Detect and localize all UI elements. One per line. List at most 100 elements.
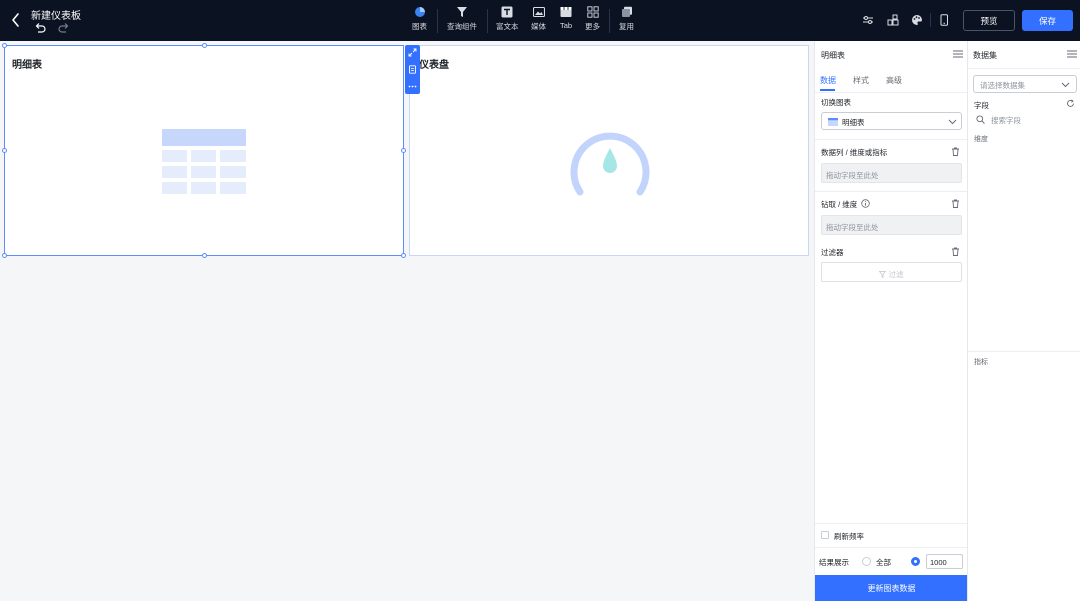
divider [815, 92, 968, 93]
info-icon[interactable] [861, 199, 870, 208]
expand-icon[interactable] [408, 48, 417, 57]
refresh-icon[interactable] [1066, 99, 1075, 108]
preview-button[interactable]: 预览 [963, 10, 1015, 31]
image-media-icon [532, 6, 545, 18]
divider [815, 191, 968, 192]
settings-sliders-icon[interactable] [862, 14, 874, 26]
tool-reuse[interactable]: 复用 [619, 6, 634, 36]
result-count-radio[interactable] [911, 557, 920, 566]
tab-icon [560, 7, 572, 17]
divider [815, 139, 968, 140]
resize-handle[interactable] [2, 43, 7, 48]
search-icon [976, 115, 985, 124]
back-arrow-icon[interactable] [10, 12, 22, 28]
columns-drop-zone[interactable]: 拖动字段至此处 [821, 163, 962, 183]
dataset-panel-title: 数据集 [973, 51, 997, 60]
tool-query[interactable]: 查询组件 [447, 6, 477, 36]
update-chart-data-button[interactable]: 更新图表数据 [815, 575, 968, 601]
divider [815, 547, 968, 548]
fields-label: 字段 [974, 101, 989, 110]
filter-funnel-icon [457, 7, 467, 17]
rich-text-icon [501, 6, 513, 18]
chart-type-select[interactable]: 明细表 [821, 112, 962, 130]
tool-tab[interactable]: Tab [560, 6, 572, 36]
result-count-input[interactable]: 1000 [926, 554, 963, 569]
top-toolbar: 新建仪表板 图表 查询组件 富文本 媒体 Tab 更多 复用 预览 保存 [0, 0, 1080, 41]
divider [968, 351, 1080, 352]
tool-more-label: 更多 [585, 22, 600, 31]
resize-handle[interactable] [202, 43, 207, 48]
tool-query-label: 查询组件 [447, 22, 477, 31]
active-tab-indicator [820, 89, 835, 91]
redo-icon[interactable] [58, 23, 70, 33]
gauge-widget-card[interactable]: 仪表盘 [409, 45, 809, 256]
tool-chart-label: 图表 [412, 22, 427, 31]
collapse-menu-icon[interactable] [1067, 50, 1077, 58]
tool-richtext[interactable]: 富文本 [496, 6, 519, 36]
chart-config-panel: 明细表 数据 样式 高级 切换图表 明细表 数据列 / 维度或指标 拖动字段至此… [814, 41, 968, 601]
dimension-section-label: 维度 [974, 136, 988, 143]
trash-icon[interactable] [951, 199, 960, 208]
dataset-panel: 数据集 请选择数据集 字段 搜索字段 维度 指标 [967, 41, 1080, 601]
table-widget-card[interactable]: 明细表 [4, 45, 404, 256]
collapse-menu-icon[interactable] [953, 50, 963, 58]
resize-handle[interactable] [2, 148, 7, 153]
resize-handle[interactable] [202, 253, 207, 258]
metric-section-label: 指标 [974, 359, 988, 366]
tab-data[interactable]: 数据 [820, 75, 836, 86]
toolbar-divider [437, 9, 438, 33]
divider [968, 68, 1080, 69]
switch-chart-label: 切换图表 [821, 98, 851, 107]
filter-button[interactable]: 过滤 [821, 262, 962, 282]
resize-handle[interactable] [2, 253, 7, 258]
table-chart-icon [828, 118, 838, 126]
chevron-down-icon [1061, 82, 1070, 88]
filter-label: 过滤器 [821, 248, 844, 257]
more-grid-icon [586, 6, 599, 18]
chart-type-value: 明细表 [842, 118, 865, 127]
document-icon[interactable] [408, 65, 417, 74]
drill-label: 钻取 / 维度 [821, 200, 858, 209]
filter-funnel-icon [879, 271, 887, 278]
undo-icon[interactable] [34, 23, 46, 33]
gauge-widget-title: 仪表盘 [419, 60, 449, 71]
tool-chart[interactable]: 图表 [412, 6, 427, 36]
toolbar-divider [930, 13, 931, 27]
tool-reuse-label: 复用 [619, 22, 634, 31]
tool-more[interactable]: 更多 [585, 6, 600, 36]
result-display-label: 结果展示 [819, 558, 849, 567]
toolbar-divider [487, 9, 488, 33]
tool-tab-label: Tab [560, 21, 573, 30]
filter-button-label: 过滤 [888, 270, 904, 279]
drill-drop-zone[interactable]: 拖动字段至此处 [821, 215, 962, 235]
tool-media[interactable]: 媒体 [531, 6, 546, 36]
resize-handle[interactable] [401, 253, 406, 258]
field-search-input[interactable]: 搜索字段 [991, 115, 1021, 126]
tool-media-label: 媒体 [531, 22, 546, 31]
layout-blocks-icon[interactable] [887, 14, 899, 26]
config-tabs: 数据 样式 高级 [815, 75, 968, 92]
config-panel-title: 明细表 [821, 51, 845, 60]
divider [815, 523, 968, 524]
trash-icon[interactable] [951, 247, 960, 256]
result-all-label: 全部 [876, 558, 891, 567]
mobile-layout-icon[interactable] [938, 14, 950, 26]
result-all-radio[interactable] [862, 557, 871, 566]
theme-palette-icon[interactable] [911, 14, 923, 26]
save-button[interactable]: 保存 [1022, 10, 1073, 31]
gauge-placeholder-icon [570, 132, 650, 196]
tab-advanced[interactable]: 高级 [886, 75, 902, 86]
more-dots-icon[interactable] [408, 82, 417, 91]
dashboard-title[interactable]: 新建仪表板 [31, 7, 81, 22]
toolbar-divider [609, 9, 610, 33]
columns-label: 数据列 / 维度或指标 [821, 148, 888, 157]
tool-richtext-label: 富文本 [496, 22, 519, 31]
chart-pie-icon [414, 7, 425, 17]
refresh-checkbox[interactable] [821, 531, 829, 539]
dataset-select[interactable]: 请选择数据集 [973, 75, 1077, 93]
tab-style[interactable]: 样式 [853, 75, 869, 86]
trash-icon[interactable] [951, 147, 960, 156]
widget-mini-toolbar [405, 45, 420, 94]
copy-reuse-icon [621, 6, 632, 17]
resize-handle[interactable] [401, 148, 406, 153]
